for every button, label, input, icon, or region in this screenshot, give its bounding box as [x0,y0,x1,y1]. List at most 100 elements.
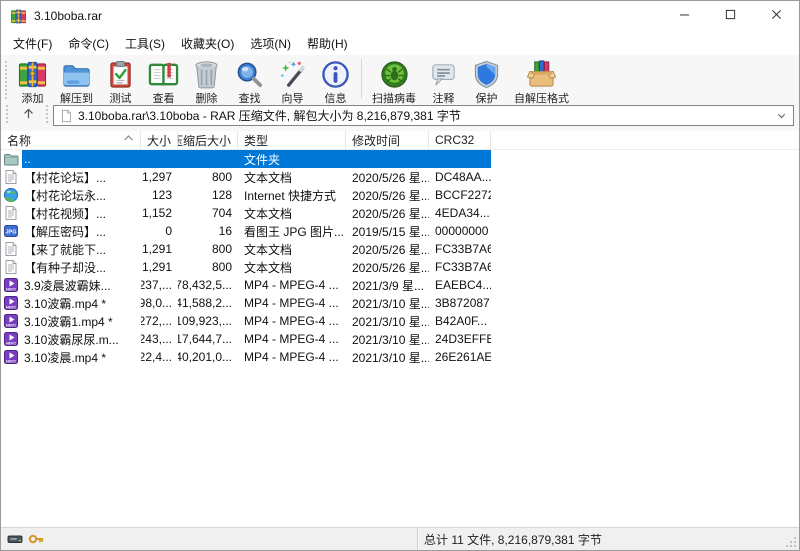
file-row[interactable]: 【有种子却没...1,291800文本文档2020/5/26 星...FC33B… [1,258,799,276]
toolbar-button-virus-scan[interactable]: 扫描病毒 [366,58,422,107]
file-type: MP4 - MPEG-4 ... [238,276,346,294]
file-type: Internet 快捷方式 [238,186,346,204]
toolbar-button-delete-trash[interactable]: 删除 [185,58,228,107]
file-row[interactable]: HEVC3.9凌晨波霸妹...2,026,237,...878,432,5...… [1,276,799,294]
menubar: 文件(F)命令(C)工具(S)收藏夹(O)选项(N)帮助(H) [1,31,799,55]
addressbar-gripper[interactable] [5,104,9,123]
file-name-highlight: 3.10波霸尿尿.m... [22,330,141,348]
toolbar-button-test-clipboard[interactable]: 测试 [99,58,142,107]
file-list: .. 文件夹【村花论坛】...1,297800文本文档2020/5/26 星...… [1,150,799,527]
file-name: 【村花视频】... [24,205,106,222]
file-row[interactable]: .. 文件夹 [1,150,799,168]
file-row[interactable]: 【村花视频】...1,152704文本文档2020/5/26 星...4EDA3… [1,204,799,222]
menu-item-4[interactable]: 选项(N) [242,31,299,56]
column-header-name[interactable]: 名称 [1,131,141,149]
file-packed: 878,432,5... [178,276,238,294]
minimize-button[interactable] [661,1,707,31]
chevron-down-icon[interactable] [772,107,790,124]
protect-shield-icon [471,59,502,90]
column-header-size[interactable]: 大小 [141,131,178,149]
file-name-highlight: 3.10波霸1.mp4 * [22,312,141,330]
resize-grip-icon[interactable] [785,536,797,548]
column-header-packed[interactable]: 压缩后大小 [178,131,238,149]
toolbar-button-info[interactable]: 信息 [314,58,357,107]
file-type: 文本文档 [238,204,346,222]
titlebar: 3.10boba.rar [1,1,799,31]
close-button[interactable] [753,1,799,31]
find-magnifier-icon [234,59,265,90]
video-file-icon: HEVC [3,295,19,311]
file-type: 文件夹 [238,150,346,168]
column-header-crc32[interactable]: CRC32 [429,131,491,149]
file-modified: 2020/5/26 星... [346,258,429,276]
file-row[interactable]: 【村花论坛永...123128Internet 快捷方式2020/5/26 星.… [1,186,799,204]
file-name-highlight: 【村花论坛】... [22,168,141,186]
file-row[interactable]: HEVC3.10凌晨.mp4 *590,422,4...440,201,0...… [1,348,799,366]
svg-text:HEVC: HEVC [6,341,16,345]
file-crc: FC33B7A6 [429,258,491,276]
row-filler [491,222,799,240]
video-file-icon: HEVC [3,331,19,347]
file-row[interactable]: HEVC3.10波霸.mp4 *352,698,0...141,588,2...… [1,294,799,312]
file-size: 352,698,0... [141,294,178,312]
file-name-highlight: 3.10波霸.mp4 * [22,294,141,312]
minimize-icon [679,7,690,25]
menu-item-1[interactable]: 命令(C) [60,31,117,56]
file-packed: 717,644,7... [178,330,238,348]
file-crc: 24D3EFFE [429,330,491,348]
file-packed [178,150,238,168]
file-name-cell: HEVC3.10波霸1.mp4 * [1,312,141,330]
menu-item-2[interactable]: 工具(S) [117,31,173,56]
toolbar-button-protect-shield[interactable]: 保护 [465,58,508,107]
file-type: MP4 - MPEG-4 ... [238,312,346,330]
sfx-box-icon [526,59,557,90]
up-arrow-icon [22,107,35,125]
addressbar-gripper-2[interactable] [45,104,49,123]
file-type: MP4 - MPEG-4 ... [238,294,346,312]
caption-buttons [661,1,799,31]
toolbar-button-comment[interactable]: 注释 [422,58,465,107]
maximize-icon [725,7,736,25]
delete-trash-icon [191,59,222,90]
up-one-level-button[interactable] [15,105,41,126]
column-header-modified[interactable]: 修改时间 [346,131,429,149]
file-type: 文本文档 [238,258,346,276]
file-modified [346,150,429,168]
file-type: MP4 - MPEG-4 ... [238,348,346,366]
menu-item-3[interactable]: 收藏夹(O) [173,31,242,56]
file-row[interactable]: HEVC3.10波霸1.mp4 *3,611,272,...2,109,923,… [1,312,799,330]
toolbar-button-wizard-wand[interactable]: 向导 [271,58,314,107]
winrar-app-icon [10,8,27,25]
toolbar-button-sfx-box[interactable]: 自解压格式 [508,58,575,107]
file-name: 【解压密码】... [24,223,106,240]
toolbar-gripper[interactable] [4,60,8,99]
maximize-button[interactable] [707,1,753,31]
file-size: 1,297 [141,168,178,186]
toolbar-button-winrar-books[interactable]: 添加 [11,58,54,107]
file-crc: 26E261AE [429,348,491,366]
toolbar-button-extract-folder[interactable]: 解压到 [54,58,99,107]
file-type: MP4 - MPEG-4 ... [238,330,346,348]
toolbar-button-view-book[interactable]: 查看 [142,58,185,107]
file-crc: DC48AA... [429,168,491,186]
toolbar-button-find-magnifier[interactable]: 查找 [228,58,271,107]
column-header-type[interactable]: 类型 [238,131,346,149]
file-name-cell: 【村花视频】... [1,204,141,222]
folder-icon [3,151,19,167]
svg-text:JPG: JPG [5,229,16,235]
file-packed: 128 [178,186,238,204]
drive-icon[interactable] [7,531,23,547]
file-row[interactable]: HEVC3.10波霸尿尿.m...1,636,243,...717,644,7.… [1,330,799,348]
menu-item-0[interactable]: 文件(F) [5,31,60,56]
menu-item-5[interactable]: 帮助(H) [299,31,356,56]
file-row[interactable]: JPG【解压密码】...016看图王 JPG 图片...2019/5/15 星.… [1,222,799,240]
toolbar: 添加解压到测试查看删除查找向导信息扫描病毒注释保护自解压格式 [1,55,799,104]
file-name-cell: 【村花论坛永... [1,186,141,204]
row-filler [491,312,799,330]
file-size: 1,291 [141,240,178,258]
file-row[interactable]: 【来了就能下...1,291800文本文档2020/5/26 星...FC33B… [1,240,799,258]
key-icon[interactable] [28,531,44,547]
address-combobox[interactable]: 3.10boba.rar\3.10boba - RAR 压缩文件, 解包大小为 … [53,105,794,126]
file-name: .. [24,152,31,166]
file-row[interactable]: 【村花论坛】...1,297800文本文档2020/5/26 星...DC48A… [1,168,799,186]
